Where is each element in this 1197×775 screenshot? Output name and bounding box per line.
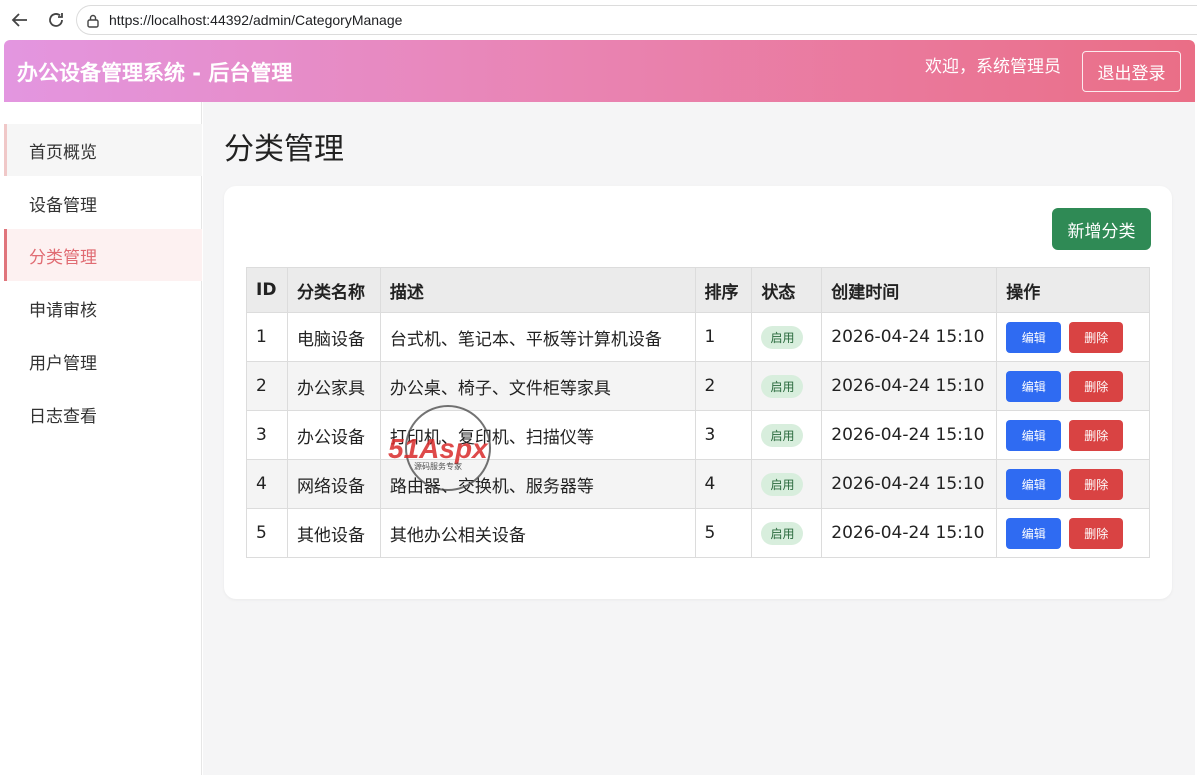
welcome-text: 欢迎，系统管理员 xyxy=(925,57,1061,77)
col-header-status: 状态 xyxy=(751,267,823,313)
cell-actions: 编辑 删除 xyxy=(996,312,1150,362)
col-header-desc: 描述 xyxy=(379,267,696,313)
cell-name: 办公家具 xyxy=(286,361,381,411)
cell-status: 启用 xyxy=(751,361,823,411)
app-header: 办公设备管理系统 - 后台管理 欢迎，系统管理员 退出登录 xyxy=(4,40,1195,102)
logout-button[interactable]: 退出登录 xyxy=(1082,51,1181,92)
cell-sort: 4 xyxy=(694,459,753,509)
status-badge: 启用 xyxy=(761,325,804,349)
table-row: 2 办公家具 办公桌、椅子、文件柜等家具 2 启用 2026-04-24 15:… xyxy=(246,361,1150,411)
page-title: 分类管理 xyxy=(224,132,344,167)
status-badge: 启用 xyxy=(761,423,804,447)
col-header-name: 分类名称 xyxy=(286,267,381,313)
cell-created: 2026-04-24 15:10 xyxy=(821,361,998,411)
edit-button[interactable]: 编辑 xyxy=(1006,517,1062,549)
cell-name: 办公设备 xyxy=(286,410,381,460)
cell-desc: 台式机、笔记本、平板等计算机设备 xyxy=(379,312,696,362)
cell-desc: 打印机、复印机、扫描仪等 xyxy=(379,410,696,460)
cell-sort: 5 xyxy=(694,508,753,558)
cell-desc: 路由器、交换机、服务器等 xyxy=(379,459,696,509)
table-row: 5 其他设备 其他办公相关设备 5 启用 2026-04-24 15:10 编辑… xyxy=(246,508,1150,558)
cell-actions: 编辑 删除 xyxy=(996,361,1150,411)
delete-button[interactable]: 删除 xyxy=(1069,370,1124,402)
cell-desc: 其他办公相关设备 xyxy=(379,508,696,558)
cell-id: 3 xyxy=(246,410,288,460)
col-header-sort: 排序 xyxy=(694,267,753,313)
cell-actions: 编辑 删除 xyxy=(996,459,1150,509)
cell-status: 启用 xyxy=(751,410,823,460)
col-header-created: 创建时间 xyxy=(821,267,998,313)
category-card: 新增分类 ID 分类名称 描述 排序 状态 创建时间 操作 1 电脑设备 台式机… xyxy=(224,186,1172,599)
delete-button[interactable]: 删除 xyxy=(1069,321,1124,353)
sidebar-item-approvals[interactable]: 申请审核 xyxy=(4,282,202,334)
sidebar-item-users[interactable]: 用户管理 xyxy=(4,335,202,387)
main-content: 分类管理 新增分类 ID 分类名称 描述 排序 状态 创建时间 操作 1 电脑设… xyxy=(203,102,1195,775)
app-title: 办公设备管理系统 - 后台管理 xyxy=(17,61,293,85)
table-row: 1 电脑设备 台式机、笔记本、平板等计算机设备 1 启用 2026-04-24 … xyxy=(246,312,1150,362)
cell-id: 4 xyxy=(246,459,288,509)
cell-sort: 1 xyxy=(694,312,753,362)
cell-name: 其他设备 xyxy=(286,508,381,558)
status-badge: 启用 xyxy=(761,472,804,496)
address-bar[interactable]: https://localhost:44392/admin/CategoryMa… xyxy=(76,5,1197,35)
sidebar-item-logs[interactable]: 日志查看 xyxy=(4,388,202,440)
url-text: https://localhost:44392/admin/CategoryMa… xyxy=(109,12,403,28)
cell-created: 2026-04-24 15:10 xyxy=(821,410,998,460)
cell-created: 2026-04-24 15:10 xyxy=(821,508,998,558)
col-header-id: ID xyxy=(246,267,288,313)
cell-actions: 编辑 删除 xyxy=(996,508,1150,558)
sidebar: 首页概览 设备管理 分类管理 申请审核 用户管理 日志查看 xyxy=(4,102,202,775)
cell-id: 1 xyxy=(246,312,288,362)
cell-sort: 3 xyxy=(694,410,753,460)
cell-status: 启用 xyxy=(751,508,823,558)
sidebar-item-label: 申请审核 xyxy=(29,300,97,321)
cell-name: 网络设备 xyxy=(286,459,381,509)
cell-status: 启用 xyxy=(751,459,823,509)
browser-toolbar: https://localhost:44392/admin/CategoryMa… xyxy=(0,0,1197,40)
status-badge: 启用 xyxy=(761,374,804,398)
sidebar-item-dashboard[interactable]: 首页概览 xyxy=(4,124,202,176)
cell-created: 2026-04-24 15:10 xyxy=(821,459,998,509)
category-table: ID 分类名称 描述 排序 状态 创建时间 操作 1 电脑设备 台式机、笔记本、… xyxy=(246,267,1150,558)
table-header-row: ID 分类名称 描述 排序 状态 创建时间 操作 xyxy=(246,267,1150,313)
cell-name: 电脑设备 xyxy=(286,312,381,362)
sidebar-item-label: 首页概览 xyxy=(29,142,97,163)
status-badge: 启用 xyxy=(761,521,804,545)
col-header-actions: 操作 xyxy=(996,267,1150,313)
table-row: 4 网络设备 路由器、交换机、服务器等 4 启用 2026-04-24 15:1… xyxy=(246,459,1150,509)
table-row: 3 办公设备 打印机、复印机、扫描仪等 3 启用 2026-04-24 15:1… xyxy=(246,410,1150,460)
sidebar-item-devices[interactable]: 设备管理 xyxy=(4,177,202,229)
edit-button[interactable]: 编辑 xyxy=(1006,370,1062,402)
sidebar-item-categories[interactable]: 分类管理 xyxy=(4,229,202,281)
cell-id: 2 xyxy=(246,361,288,411)
sidebar-item-label: 分类管理 xyxy=(29,247,97,268)
cell-sort: 2 xyxy=(694,361,753,411)
sidebar-item-label: 日志查看 xyxy=(29,406,97,427)
edit-button[interactable]: 编辑 xyxy=(1006,321,1062,353)
sidebar-item-label: 用户管理 xyxy=(29,353,97,374)
add-category-button[interactable]: 新增分类 xyxy=(1052,208,1151,250)
cell-status: 启用 xyxy=(751,312,823,362)
cell-desc: 办公桌、椅子、文件柜等家具 xyxy=(379,361,696,411)
delete-button[interactable]: 删除 xyxy=(1069,517,1124,549)
delete-button[interactable]: 删除 xyxy=(1069,419,1124,451)
cell-created: 2026-04-24 15:10 xyxy=(821,312,998,362)
cell-id: 5 xyxy=(246,508,288,558)
edit-button[interactable]: 编辑 xyxy=(1006,468,1062,500)
cell-actions: 编辑 删除 xyxy=(996,410,1150,460)
delete-button[interactable]: 删除 xyxy=(1069,468,1124,500)
lock-icon xyxy=(86,13,100,28)
edit-button[interactable]: 编辑 xyxy=(1006,419,1062,451)
back-icon[interactable] xyxy=(8,8,32,32)
reload-icon[interactable] xyxy=(44,8,68,32)
sidebar-item-label: 设备管理 xyxy=(29,195,97,216)
